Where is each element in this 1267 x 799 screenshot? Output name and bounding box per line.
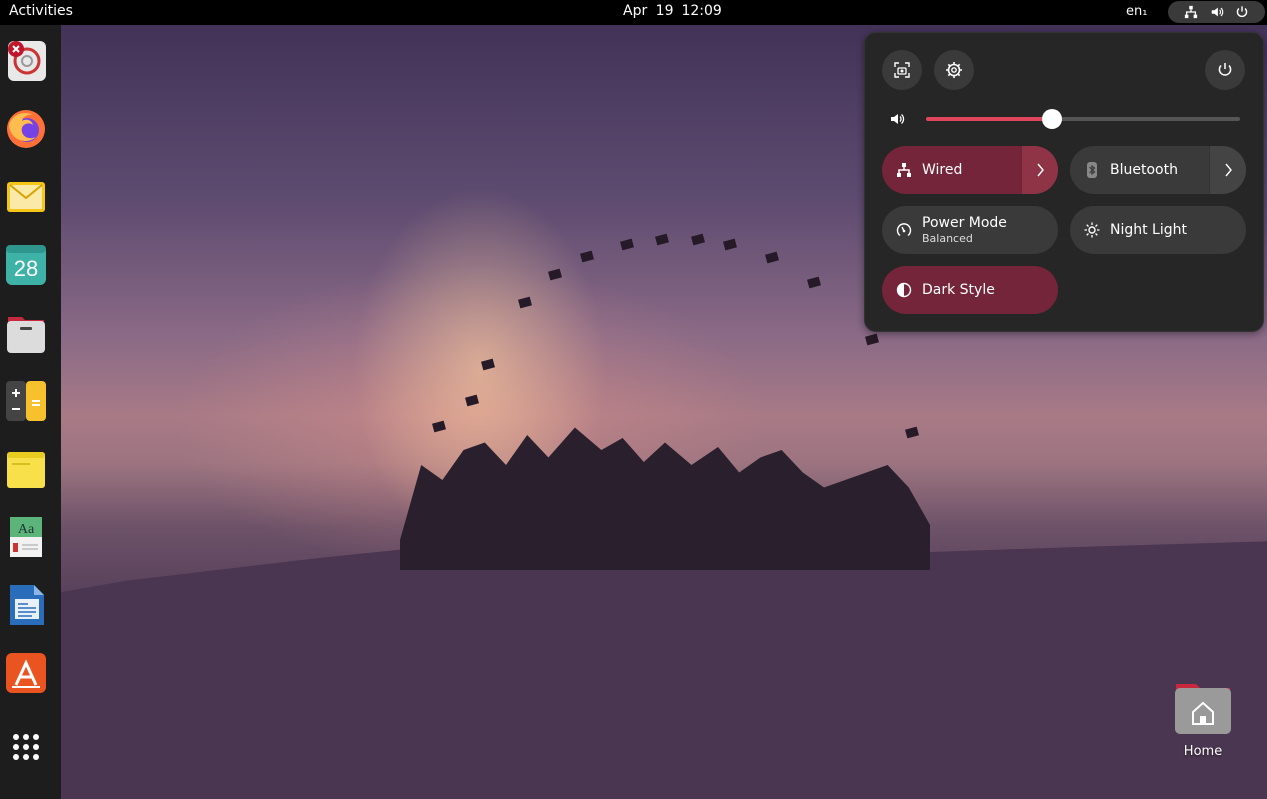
dock-item-calculator[interactable] — [4, 379, 48, 423]
dock-item-notes[interactable] — [4, 447, 48, 491]
dictionary-label: Aa — [18, 522, 35, 537]
tile-wired[interactable]: Wired — [882, 146, 1058, 194]
settings-gear-icon — [946, 62, 962, 78]
tile-dark-style[interactable]: Dark Style — [882, 266, 1058, 314]
tile-bluetooth[interactable]: Bluetooth — [1070, 146, 1246, 194]
help-lifebuoy-icon — [8, 41, 46, 81]
calendar-icon: 28 — [6, 245, 46, 285]
volume-icon — [1211, 7, 1223, 17]
file-cabinet-icon — [7, 317, 45, 353]
volume-icon[interactable] — [889, 111, 905, 127]
tile-power-mode[interactable]: Power Mode Balanced — [882, 206, 1058, 254]
dock-item-firefox[interactable] — [4, 107, 48, 151]
tile-power-mode-subtitle: Balanced — [922, 232, 973, 245]
dock-item-mail[interactable] — [4, 175, 48, 219]
dock-item-help[interactable] — [4, 39, 48, 83]
firefox-icon — [7, 110, 45, 148]
night-light-sun-icon — [1084, 222, 1100, 238]
wallpaper-cap — [807, 276, 821, 289]
dictionary-icon: Aa — [10, 517, 42, 557]
wired-menu-button[interactable] — [1021, 146, 1058, 194]
tile-wired-label: Wired — [922, 162, 963, 178]
home-folder-icon[interactable] — [1173, 680, 1233, 740]
dock-item-writer[interactable] — [4, 583, 48, 627]
screenshot-button[interactable] — [882, 50, 922, 90]
top-bar: Activities Apr 19 12:09 en₁ — [0, 0, 1267, 25]
chevron-right-icon — [1225, 163, 1232, 177]
bluetooth-menu-button[interactable] — [1209, 146, 1246, 194]
calculator-icon — [6, 381, 46, 421]
show-apps-button[interactable] — [4, 725, 48, 769]
wallpaper-cap — [765, 251, 779, 264]
tile-night-light-label: Night Light — [1110, 222, 1187, 238]
wallpaper-cap — [481, 358, 495, 371]
screenshot-icon — [894, 62, 910, 78]
wallpaper-cap — [655, 233, 669, 246]
tile-dark-style-label: Dark Style — [922, 282, 995, 298]
clock-button[interactable]: Apr 19 12:09 — [623, 3, 722, 19]
power-menu-button[interactable] — [1205, 50, 1245, 90]
dock-item-calendar[interactable]: 28 — [4, 243, 48, 287]
system-status-menu[interactable] — [1168, 1, 1265, 23]
power-icon — [1218, 63, 1232, 76]
dock-item-software[interactable] — [4, 651, 48, 695]
keyboard-layout-indicator[interactable]: en₁ — [1126, 4, 1147, 19]
volume-slider-fill — [926, 117, 1052, 121]
network-wired-icon — [897, 163, 911, 177]
clock-date: Apr 19 — [623, 3, 674, 19]
wallpaper-cap — [905, 426, 919, 439]
volume-slider[interactable] — [926, 109, 1240, 129]
dark-style-contrast-icon — [896, 282, 912, 298]
quick-settings-panel: Wired Bluetooth Power Mode Balanced Nigh… — [864, 32, 1264, 332]
dock: 28 Aa — [0, 25, 61, 799]
wallpaper-cap — [518, 296, 532, 309]
dock-item-dictionary[interactable]: Aa — [4, 515, 48, 559]
tile-night-light[interactable]: Night Light — [1070, 206, 1246, 254]
network-wired-icon — [1184, 5, 1197, 19]
wallpaper-cap — [620, 238, 634, 251]
app-store-icon — [6, 653, 46, 693]
chevron-right-icon — [1037, 163, 1044, 177]
bluetooth-icon — [1087, 162, 1097, 178]
activities-button[interactable]: Activities — [9, 3, 73, 19]
mail-envelope-icon — [7, 182, 45, 212]
calendar-day-label: 28 — [14, 256, 38, 281]
wallpaper-cap — [432, 420, 446, 433]
wallpaper-cap — [865, 333, 879, 346]
power-icon — [1237, 6, 1248, 18]
volume-slider-handle[interactable] — [1041, 109, 1062, 129]
wallpaper-cap — [723, 238, 737, 251]
tile-power-mode-label: Power Mode — [922, 215, 1007, 231]
wallpaper-crowd-silhouette — [400, 427, 930, 570]
wallpaper-cap — [548, 268, 562, 281]
wallpaper-cap — [465, 394, 479, 407]
clock-time: 12:09 — [681, 3, 722, 19]
settings-button[interactable] — [934, 50, 974, 90]
wallpaper-cap — [691, 233, 705, 246]
power-mode-gauge-icon — [896, 223, 912, 237]
libreoffice-writer-icon — [10, 585, 44, 625]
tile-bluetooth-label: Bluetooth — [1110, 162, 1178, 178]
show-apps-grid-icon — [13, 734, 39, 760]
dock-item-files[interactable] — [4, 311, 48, 355]
sticky-notes-icon — [7, 452, 45, 488]
wallpaper-cap — [580, 250, 594, 263]
home-folder-label[interactable]: Home — [1163, 744, 1243, 759]
